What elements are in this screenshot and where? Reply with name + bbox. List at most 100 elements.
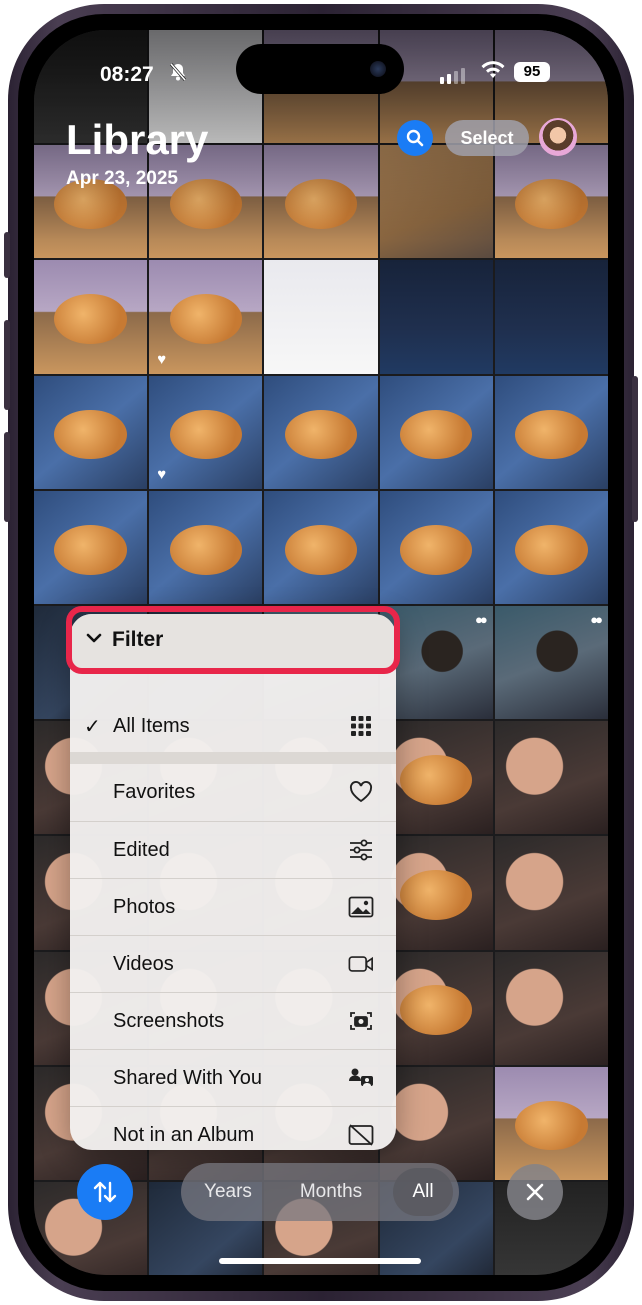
sort-button[interactable] (77, 1164, 133, 1220)
photo-thumbnail[interactable] (264, 490, 378, 604)
search-button[interactable] (397, 120, 433, 156)
silent-mode-icon (169, 62, 187, 87)
library-header: 08:27 95 Library Apr 23, 2025 Select (34, 30, 608, 240)
menu-item-videos[interactable]: Videos (70, 935, 396, 992)
cat-shape (399, 755, 473, 805)
menu-item-not-in-an-album[interactable]: Not in an Album (70, 1106, 396, 1150)
menu-item-label: Not in an Album (113, 1124, 255, 1146)
photo-thumbnail[interactable] (34, 490, 148, 604)
favorite-heart-icon: ♥ (42, 1272, 51, 1275)
library-date: Apr 23, 2025 (66, 168, 178, 189)
photo-thumbnail[interactable] (379, 951, 493, 1065)
home-indicator (219, 1258, 421, 1264)
segment-all[interactable]: All (393, 1163, 453, 1221)
photo-thumbnail[interactable] (494, 1066, 608, 1180)
photo-thumbnail[interactable] (494, 490, 608, 604)
cat-shape (399, 524, 473, 575)
photo-thumbnail[interactable]: ●● (494, 605, 608, 720)
favorite-heart-icon: ♥ (157, 350, 167, 368)
menu-item-photos[interactable]: Photos (70, 878, 396, 935)
menu-item-label: All Items (113, 715, 190, 737)
front-camera-icon (370, 61, 386, 77)
cat-shape (284, 524, 358, 575)
menu-item-label: Screenshots (113, 1010, 225, 1032)
search-icon (406, 129, 424, 147)
filter-highlight-annotation (66, 606, 400, 674)
cat-shape (515, 1100, 588, 1151)
photo-thumbnail[interactable] (379, 260, 493, 374)
wifi-icon (480, 60, 506, 86)
heart-icon (348, 780, 374, 804)
photo-thumbnail[interactable] (494, 951, 608, 1065)
volume-up-button (4, 320, 10, 410)
photo-thumbnail[interactable] (379, 375, 493, 489)
menu-section-divider (70, 752, 396, 764)
menu-item-label: Videos (113, 953, 174, 975)
profile-avatar[interactable] (539, 118, 577, 156)
menu-item-all-items[interactable]: ✓ All Items (70, 698, 396, 755)
photo-thumbnail[interactable] (379, 836, 493, 950)
people-icon: ●● (475, 611, 488, 627)
side-button (632, 376, 638, 522)
segment-months[interactable]: Months (283, 1163, 379, 1221)
cat-shape (169, 294, 242, 345)
cat-shape (54, 524, 127, 575)
menu-item-favorites[interactable]: Favorites (70, 764, 396, 821)
cat-shape (284, 409, 358, 460)
cat-shape (169, 524, 242, 575)
checkmark-icon: ✓ (84, 716, 101, 738)
photo-thumbnail[interactable] (34, 260, 148, 374)
photo-thumbnail[interactable]: ♥ (149, 375, 263, 489)
photo-thumbnail[interactable] (264, 260, 378, 374)
shared-with-you-icon (348, 1066, 374, 1090)
menu-item-shared-with-you[interactable]: Shared With You (70, 1049, 396, 1106)
menu-item-label: Shared With You (113, 1067, 262, 1089)
battery-indicator: 95 (514, 62, 550, 82)
photo-thumbnail[interactable] (264, 375, 378, 489)
select-button[interactable]: Select (445, 120, 529, 156)
segment-years[interactable]: Years (193, 1163, 263, 1221)
grid-icon (348, 714, 374, 738)
photo-thumbnail[interactable] (494, 260, 608, 374)
menu-item-label: Edited (113, 839, 170, 861)
menu-item-screenshots[interactable]: Screenshots (70, 992, 396, 1049)
photo-thumbnail[interactable] (149, 490, 263, 604)
view-segmented-control: Years Months All (181, 1163, 459, 1221)
photo-thumbnail[interactable] (379, 721, 493, 835)
photo-icon (348, 895, 374, 919)
sliders-icon (348, 838, 374, 862)
volume-down-button (4, 432, 10, 522)
dynamic-island (236, 44, 404, 94)
cat-shape (399, 409, 473, 460)
close-button[interactable] (507, 1164, 563, 1220)
filter-menu: Filter ✓ All Items Favorites Edited Phot… (70, 614, 396, 1150)
people-icon: ●● (590, 611, 603, 627)
action-button (4, 232, 10, 278)
cat-shape (54, 294, 127, 345)
cellular-signal-icon (440, 68, 465, 84)
favorite-heart-icon: ♥ (157, 465, 167, 483)
photo-thumbnail[interactable] (494, 836, 608, 950)
cat-shape (54, 409, 127, 460)
screen: ♥♥●●●●●●♥ 08:27 95 Library Apr 23, 2025 … (34, 30, 608, 1275)
cat-shape (515, 409, 588, 460)
close-icon (526, 1183, 544, 1201)
photo-thumbnail[interactable] (494, 721, 608, 835)
menu-item-label: Photos (113, 896, 176, 918)
menu-item-label: Favorites (113, 781, 196, 803)
cat-shape (169, 409, 242, 460)
sort-arrows-icon (93, 1181, 117, 1203)
video-icon (348, 952, 374, 976)
not-in-album-icon (348, 1123, 374, 1147)
menu-item-edited[interactable]: Edited (70, 821, 396, 878)
page-title: Library (66, 116, 209, 163)
photo-thumbnail[interactable]: ♥ (149, 260, 263, 374)
cat-shape (515, 524, 588, 575)
cat-shape (399, 985, 473, 1036)
screenshot-icon (348, 1009, 374, 1033)
photo-thumbnail[interactable] (34, 375, 148, 489)
status-time: 08:27 (100, 63, 154, 86)
photo-thumbnail[interactable] (494, 375, 608, 489)
photo-thumbnail[interactable] (379, 490, 493, 604)
cat-shape (399, 870, 473, 921)
